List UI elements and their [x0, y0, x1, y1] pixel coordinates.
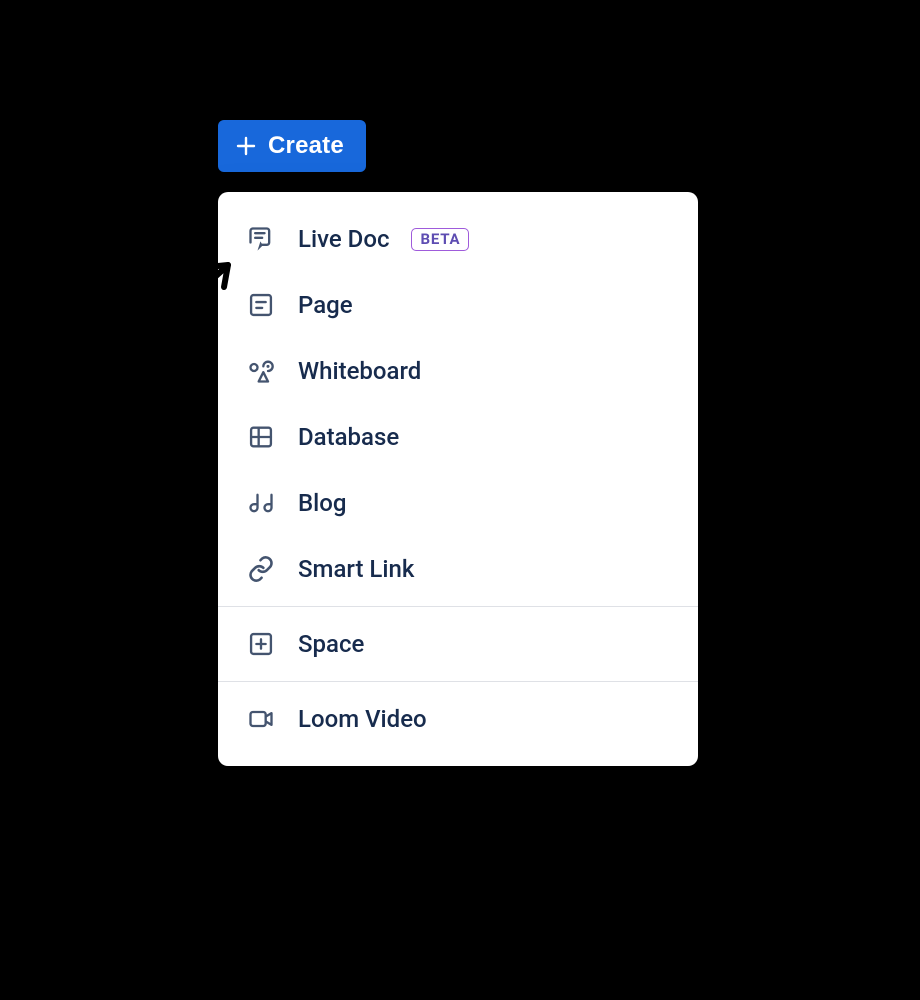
create-dropdown: Live Doc BETA Page [218, 192, 698, 766]
menu-item-label: Whiteboard [298, 357, 421, 385]
menu-item-live-doc[interactable]: Live Doc BETA [218, 206, 698, 272]
loom-video-icon [246, 704, 276, 734]
live-doc-icon [246, 224, 276, 254]
blog-icon [246, 488, 276, 518]
menu-item-whiteboard[interactable]: Whiteboard [218, 338, 698, 404]
page-icon [246, 290, 276, 320]
menu-item-blog[interactable]: Blog [218, 470, 698, 536]
menu-item-space[interactable]: Space [218, 611, 698, 677]
smart-link-icon [246, 554, 276, 584]
whiteboard-icon [246, 356, 276, 386]
menu-item-database[interactable]: Database [218, 404, 698, 470]
database-icon [246, 422, 276, 452]
beta-badge: BETA [411, 228, 469, 251]
space-icon [246, 629, 276, 659]
create-button-label: Create [268, 132, 344, 160]
menu-item-label: Space [298, 630, 364, 658]
plus-icon [234, 134, 258, 158]
menu-divider [218, 606, 698, 607]
menu-item-page[interactable]: Page [218, 272, 698, 338]
menu-item-label: Smart Link [298, 555, 414, 583]
menu-item-loom-video[interactable]: Loom Video [218, 686, 698, 752]
menu-item-smart-link[interactable]: Smart Link [218, 536, 698, 602]
menu-item-label: Blog [298, 489, 347, 517]
menu-item-label: Live Doc [298, 225, 389, 253]
menu-divider [218, 681, 698, 682]
menu-item-label: Loom Video [298, 705, 427, 733]
menu-item-label: Page [298, 291, 353, 319]
create-button[interactable]: Create [218, 120, 366, 172]
menu-item-label: Database [298, 423, 399, 451]
